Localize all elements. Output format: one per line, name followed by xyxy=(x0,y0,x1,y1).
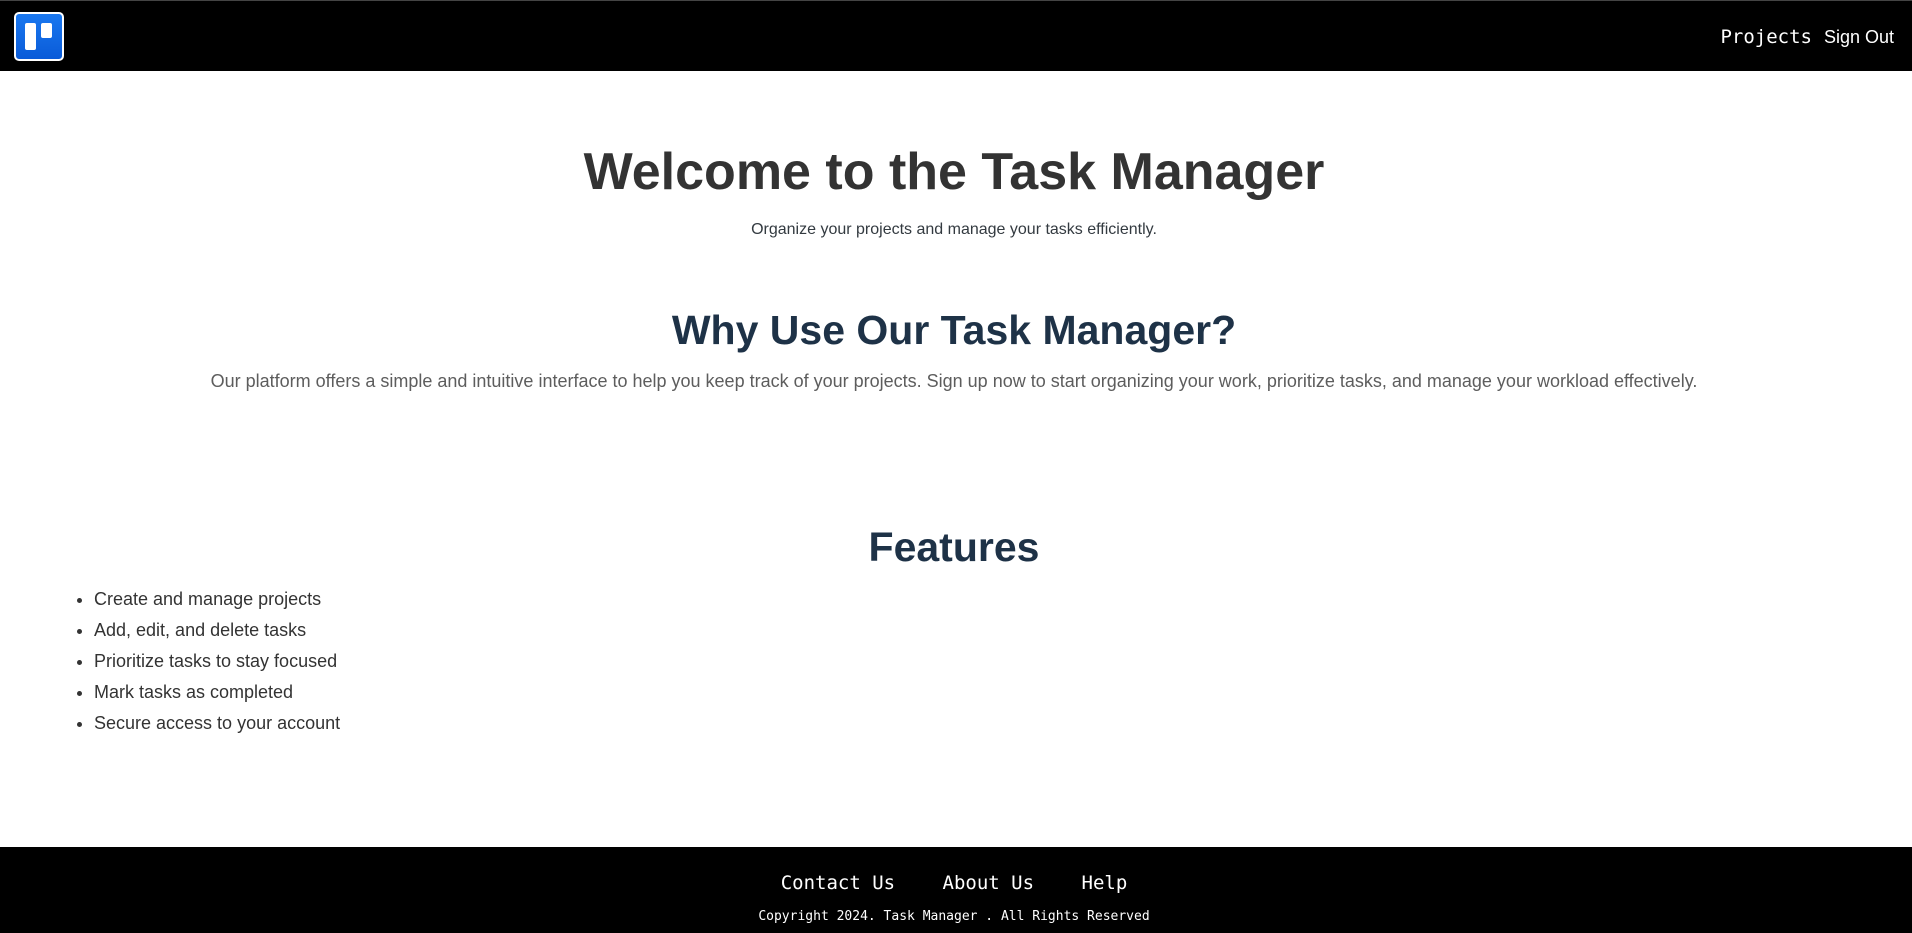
logo-bar-left xyxy=(25,23,36,50)
top-navbar: Projects Sign Out xyxy=(0,0,1912,71)
page: Projects Sign Out Welcome to the Task Ma… xyxy=(0,0,1912,933)
features-list: Create and manage projects Add, edit, an… xyxy=(54,584,340,739)
trello-board-icon[interactable] xyxy=(14,12,64,61)
copyright-text: Copyright 2024. Task Manager . All Right… xyxy=(758,909,1150,924)
feature-item: Secure access to your account xyxy=(94,708,340,739)
feature-item: Mark tasks as completed xyxy=(94,677,340,708)
why-section-text: Our platform offers a simple and intuiti… xyxy=(210,371,1698,391)
hero-subtitle: Organize your projects and manage your t… xyxy=(751,221,1157,238)
logo-bar-right xyxy=(41,23,52,38)
feature-item: Add, edit, and delete tasks xyxy=(94,615,340,646)
nav-projects-link[interactable]: Projects xyxy=(1720,25,1812,49)
hero-title: Welcome to the Task Manager xyxy=(583,143,1325,201)
footer-links: Contact Us About Us Help xyxy=(0,871,1908,895)
footer-help-link[interactable]: Help xyxy=(1082,872,1128,894)
sign-out-link[interactable]: Sign Out xyxy=(1824,25,1894,49)
footer-about-link[interactable]: About Us xyxy=(943,872,1035,894)
features-title: Features xyxy=(868,524,1040,570)
footer-contact-link[interactable]: Contact Us xyxy=(781,872,895,894)
feature-item: Prioritize tasks to stay focused xyxy=(94,646,340,677)
footer: Contact Us About Us Help Copyright 2024.… xyxy=(0,847,1912,933)
why-section-title: Why Use Our Task Manager? xyxy=(671,307,1237,353)
feature-item: Create and manage projects xyxy=(94,584,340,615)
